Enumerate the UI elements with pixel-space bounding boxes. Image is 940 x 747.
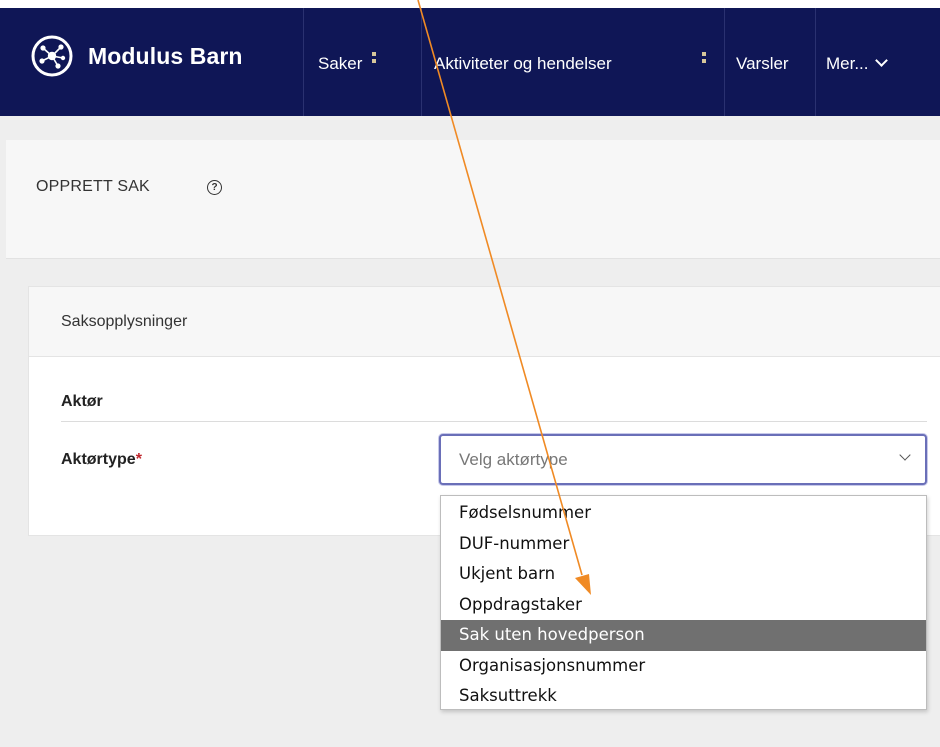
section-label-aktor: Aktør — [61, 393, 103, 410]
chevron-down-icon — [899, 449, 911, 461]
option-ukjent-barn[interactable]: Ukjent barn — [441, 559, 926, 590]
aktortype-dropdown-list: Fødselsnummer DUF-nummer Ukjent barn Opp… — [440, 495, 927, 710]
option-duf-nummer[interactable]: DUF-nummer — [441, 529, 926, 560]
drag-handle-icon[interactable] — [702, 52, 706, 70]
card-title: Saksopplysninger — [61, 313, 188, 330]
network-hub-icon — [31, 35, 73, 77]
nav-divider — [421, 8, 422, 116]
nav-item-aktiviteter[interactable]: Aktiviteter og hendelser — [434, 54, 612, 74]
card-header: Saksopplysninger — [29, 287, 940, 357]
page-header: OPPRETT SAK ? — [6, 140, 940, 259]
field-label-text: Aktørtype — [61, 451, 136, 468]
nav-item-saker[interactable]: Saker — [318, 54, 362, 74]
nav-item-more[interactable]: Mer... — [826, 54, 888, 74]
nav-item-varsler[interactable]: Varsler — [736, 54, 789, 74]
app-name: Modulus Barn — [88, 42, 243, 69]
aktortype-select[interactable]: Velg aktørtype — [439, 434, 927, 485]
option-fodselsnummer[interactable]: Fødselsnummer — [441, 498, 926, 529]
nav-divider — [303, 8, 304, 116]
section-divider — [61, 421, 927, 422]
drag-handle-icon[interactable] — [372, 52, 376, 70]
option-sak-uten-hovedperson[interactable]: Sak uten hovedperson — [441, 620, 926, 651]
nav-divider — [815, 8, 816, 116]
select-placeholder: Velg aktørtype — [459, 450, 568, 469]
option-saksuttrekk[interactable]: Saksuttrekk — [441, 681, 926, 712]
option-oppdragstaker[interactable]: Oppdragstaker — [441, 590, 926, 621]
top-navigation-bar: Modulus Barn Saker Aktiviteter og hendel… — [0, 0, 940, 116]
field-label-aktortype: Aktørtype* — [61, 451, 142, 469]
question-circle-icon[interactable]: ? — [207, 180, 222, 195]
nav-divider — [724, 8, 725, 116]
option-organisasjonsnummer[interactable]: Organisasjonsnummer — [441, 651, 926, 682]
brand[interactable]: Modulus Barn — [30, 34, 243, 78]
chevron-down-icon — [874, 54, 888, 67]
required-marker: * — [135, 451, 142, 468]
nav-more-label: Mer... — [826, 54, 869, 73]
page-title: OPPRETT SAK — [36, 178, 150, 195]
